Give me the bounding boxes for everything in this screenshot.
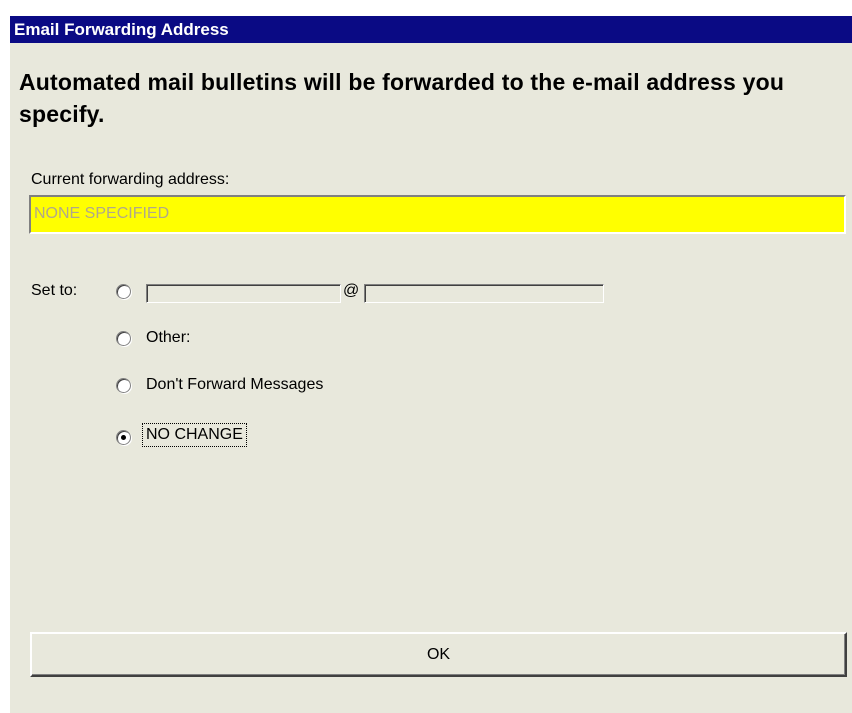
radio-no-change-label[interactable]: NO CHANGE: [142, 423, 247, 447]
email-forwarding-dialog: Email Forwarding Address Automated mail …: [10, 16, 852, 713]
current-address-label: Current forwarding address:: [31, 171, 230, 188]
email-username-input[interactable]: [146, 284, 341, 303]
ok-button[interactable]: OK: [30, 632, 847, 677]
radio-other[interactable]: [116, 331, 131, 346]
radio-dont-forward[interactable]: [116, 378, 131, 393]
radio-other-label[interactable]: Other:: [146, 329, 190, 347]
set-to-label: Set to:: [31, 282, 78, 299]
radio-no-change[interactable]: [116, 430, 131, 445]
radio-custom-address[interactable]: [116, 284, 131, 299]
at-sign-label: @: [343, 282, 360, 299]
instruction-heading: Automated mail bulletins will be forward…: [19, 69, 785, 127]
radio-dont-forward-label[interactable]: Don't Forward Messages: [146, 376, 323, 394]
dialog-title-bar: Email Forwarding Address: [10, 16, 852, 43]
current-address-field: NONE SPECIFIED: [29, 195, 846, 234]
email-domain-input[interactable]: [364, 284, 604, 303]
